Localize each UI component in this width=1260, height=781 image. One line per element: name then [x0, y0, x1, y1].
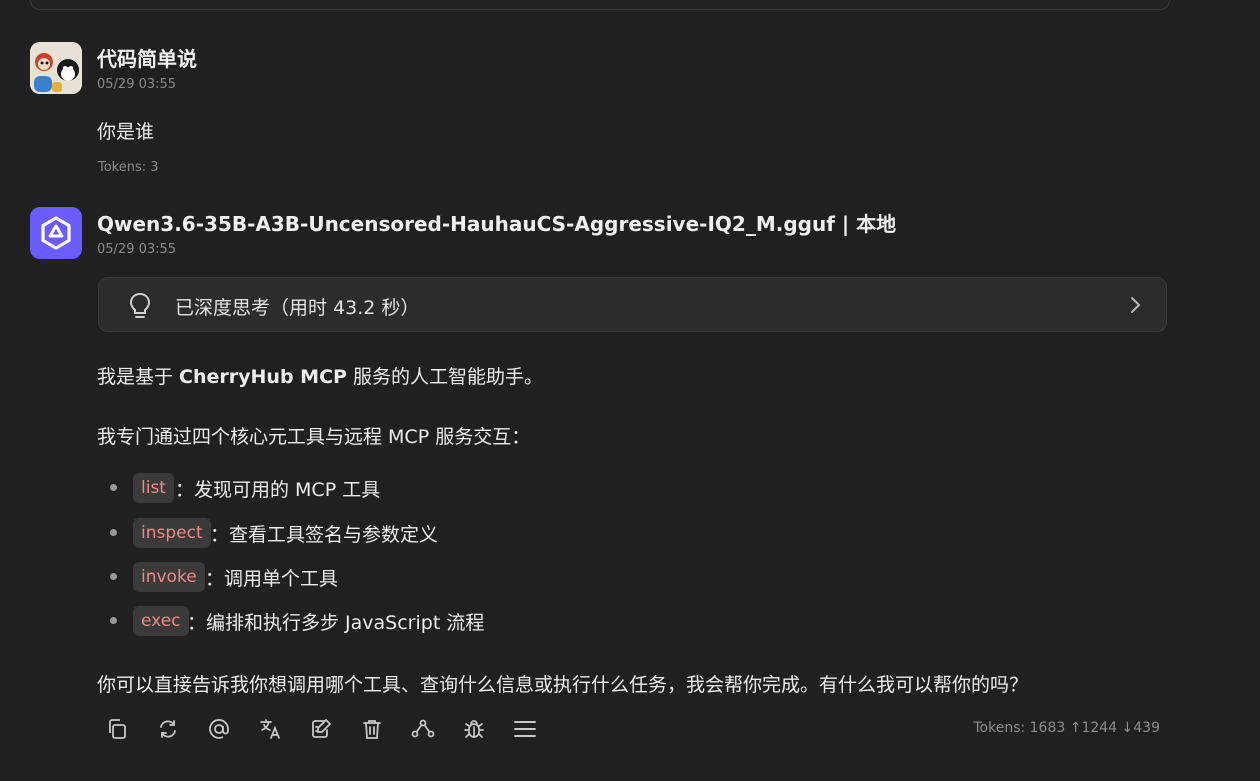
thinking-collapse[interactable]: 已深度思考（用时 43.2 秒） — [98, 277, 1167, 332]
user-message-text: 你是谁 — [97, 121, 155, 143]
inline-code: invoke — [133, 562, 205, 592]
bullet-icon — [110, 617, 117, 624]
branch-icon[interactable] — [411, 717, 435, 741]
assistant-model-name: Qwen3.6-35B-A3B-Uncensored-HauhauCS-Aggr… — [97, 212, 897, 236]
regenerate-icon[interactable] — [156, 717, 180, 741]
assistant-paragraph-1: 我是基于 CherryHub MCP 服务的人工智能助手。 — [97, 362, 543, 389]
menu-icon[interactable] — [513, 717, 537, 741]
translate-icon[interactable] — [258, 717, 282, 741]
bullet-icon — [110, 529, 117, 536]
p1-prefix: 我是基于 — [97, 366, 180, 388]
user-name: 代码简单说 — [97, 47, 197, 71]
inline-code: list — [133, 473, 174, 503]
debug-icon[interactable] — [462, 717, 486, 741]
lightbulb-icon — [129, 292, 151, 324]
edit-icon[interactable] — [309, 717, 333, 741]
assistant-message-tokens: Tokens: 1683 ↑1244 ↓439 — [973, 720, 1160, 736]
assistant-paragraph-3: 你可以直接告诉我你想调用哪个工具、查询什么信息或执行什么任务，我会帮你完成。有什… — [97, 674, 1029, 696]
list-item-desc: ：查看工具签名与参数定义 — [210, 524, 439, 546]
inline-code: inspect — [133, 518, 211, 548]
bullet-icon — [110, 573, 117, 580]
qwen-logo-icon — [41, 216, 71, 250]
delete-icon[interactable] — [360, 717, 384, 741]
bullet-icon — [110, 484, 117, 491]
p1-suffix: 服务的人工智能助手。 — [346, 366, 543, 388]
user-avatar — [30, 42, 82, 94]
assistant-message-time: 05/29 03:55 — [97, 242, 177, 257]
user-message-tokens: Tokens: 3 — [98, 160, 159, 175]
previous-input-box — [30, 0, 1170, 10]
list-item-desc: ：编排和执行多步 JavaScript 流程 — [187, 612, 485, 634]
thinking-label: 已深度思考（用时 43.2 秒） — [175, 297, 420, 319]
list-item-desc: ：发现可用的 MCP 工具 — [175, 479, 381, 501]
inline-code: exec — [133, 606, 189, 636]
chevron-right-icon — [1130, 296, 1142, 318]
assistant-avatar — [30, 207, 82, 259]
mention-icon[interactable] — [207, 717, 231, 741]
assistant-paragraph-2: 我专门通过四个核心元工具与远程 MCP 服务交互： — [97, 426, 531, 448]
list-item-desc: ：调用单个工具 — [205, 568, 339, 590]
p1-bold: CherryHub MCP — [179, 366, 347, 388]
user-message-time: 05/29 03:55 — [97, 77, 177, 92]
copy-icon[interactable] — [105, 717, 129, 741]
